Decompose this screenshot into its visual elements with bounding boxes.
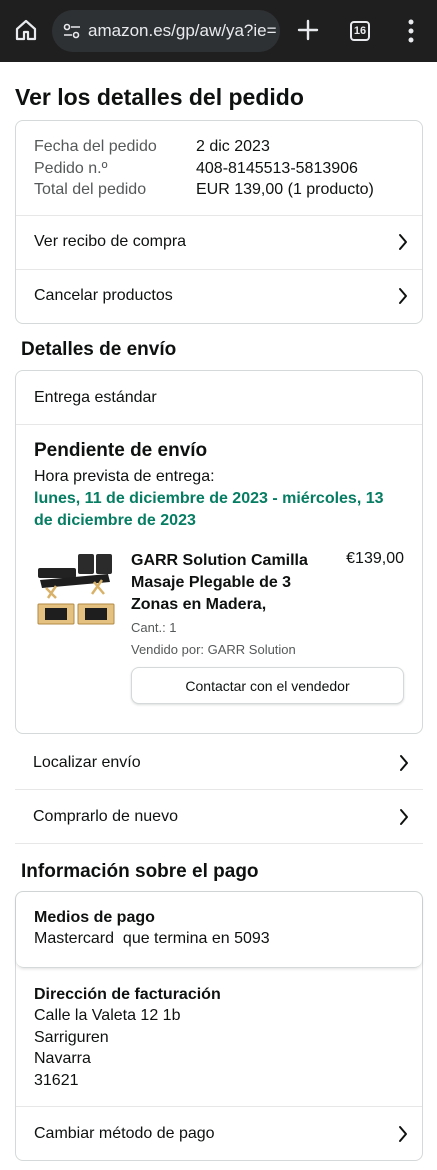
- payment-method: Medios de pago Mastercard que termina en…: [16, 892, 422, 968]
- payment-section-title: Información sobre el pago: [21, 861, 259, 882]
- order-number-value: 408-8145513-5813906: [196, 159, 358, 177]
- change-payment-label: Cambiar método de pago: [34, 1124, 215, 1142]
- order-date-value: 2 dic 2023: [196, 138, 270, 155]
- product-image[interactable]: [34, 554, 116, 628]
- shipment-body: Pendiente de envío Hora prevista de entr…: [16, 425, 422, 704]
- more-menu-icon[interactable]: [404, 18, 418, 44]
- order-total-row: Total del pedido EUR 139,00 (1 producto): [34, 179, 404, 201]
- page-title: Ver los detalles del pedido: [15, 84, 304, 110]
- contact-seller-button[interactable]: Contactar con el vendedor: [131, 667, 404, 704]
- payment-card: Medios de pago Mastercard que termina en…: [15, 891, 423, 1161]
- change-payment-link[interactable]: Cambiar método de pago: [16, 1106, 422, 1160]
- shipment-status: Pendiente de envío: [34, 440, 208, 461]
- browser-toolbar: amazon.es/gp/aw/ya?ie= 16: [0, 0, 437, 62]
- product-quantity: Cant.: 1: [131, 620, 177, 635]
- chevron-right-icon: [400, 754, 408, 771]
- eta-value: lunes, 11 de diciembre de 2023 - miércol…: [34, 490, 384, 529]
- cancel-items-link[interactable]: Cancelar productos: [16, 268, 422, 323]
- product-name-link[interactable]: GARR Solution Camilla Masaje Plegable de…: [131, 550, 321, 616]
- chevron-right-icon: [400, 808, 408, 825]
- eta-label: Hora prevista de entrega:: [34, 468, 215, 485]
- track-package-label: Localizar envío: [33, 753, 141, 771]
- payment-method-value: Mastercard que termina en 5093: [34, 930, 270, 947]
- track-package-link[interactable]: Localizar envío: [15, 736, 423, 790]
- order-info: Fecha del pedido 2 dic 2023 Pedido n.º 4…: [16, 121, 422, 215]
- chevron-right-icon: [399, 234, 407, 250]
- cancel-items-label: Cancelar productos: [34, 287, 173, 304]
- order-summary-card: Fecha del pedido 2 dic 2023 Pedido n.º 4…: [15, 120, 423, 324]
- billing-address-title: Dirección de facturación: [34, 986, 221, 1003]
- chevron-right-icon: [399, 288, 407, 304]
- shipment-card: Entrega estándar Pendiente de envío Hora…: [15, 370, 423, 734]
- order-date-label: Fecha del pedido: [34, 138, 157, 155]
- chevron-right-icon: [399, 1125, 407, 1142]
- shipping-section-title: Detalles de envío: [21, 339, 177, 360]
- payment-method-title: Medios de pago: [34, 909, 155, 926]
- home-icon[interactable]: [14, 18, 38, 42]
- billing-line: Navarra: [34, 1050, 91, 1067]
- buy-again-link[interactable]: Comprarlo de nuevo: [15, 790, 423, 844]
- order-number-row: Pedido n.º 408-8145513-5813906: [34, 158, 404, 180]
- order-date-row: Fecha del pedido 2 dic 2023: [34, 136, 404, 158]
- view-receipt-label: Ver recibo de compra: [34, 233, 187, 250]
- view-receipt-link[interactable]: Ver recibo de compra: [16, 214, 422, 269]
- order-total-value: EUR 139,00 (1 producto): [196, 181, 374, 198]
- buy-again-label: Comprarlo de nuevo: [33, 807, 178, 825]
- delivery-type: Entrega estándar: [16, 371, 422, 425]
- billing-address: Dirección de facturación Calle la Valeta…: [16, 968, 422, 1105]
- new-tab-icon[interactable]: [296, 18, 320, 42]
- order-number-label: Pedido n.º: [34, 159, 108, 177]
- billing-line: 31621: [34, 1071, 79, 1089]
- billing-line: Calle la Valeta 12 1b: [34, 1007, 181, 1024]
- address-bar-url: amazon.es/gp/aw/ya?ie=: [88, 21, 277, 40]
- site-settings-icon[interactable]: [62, 21, 82, 41]
- product-seller: Vendido por: GARR Solution: [131, 642, 296, 657]
- order-item: GARR Solution Camilla Masaje Plegable de…: [34, 550, 404, 704]
- tab-switcher-button[interactable]: 16: [350, 21, 370, 41]
- address-bar[interactable]: amazon.es/gp/aw/ya?ie=: [52, 10, 280, 52]
- order-total-label: Total del pedido: [34, 181, 147, 198]
- product-price: €139,00: [346, 550, 404, 567]
- billing-line: Sarriguren: [34, 1028, 109, 1046]
